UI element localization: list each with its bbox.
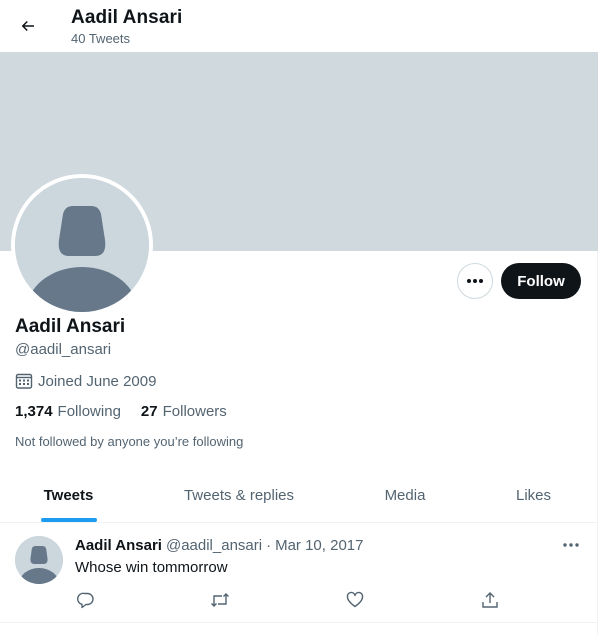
tab-label: Media <box>384 486 426 504</box>
calendar-icon <box>15 373 33 389</box>
tab-media[interactable]: Media <box>341 468 469 522</box>
profile-page: Aadil Ansari 40 Tweets Follow Aadil Ansa… <box>0 0 598 635</box>
tweet[interactable]: Aadil Ansari @aadil_ansari · Mar 10, 201… <box>0 523 598 623</box>
tweet-actions <box>75 590 505 610</box>
followers-count: 27 <box>140 403 158 420</box>
tab-likes[interactable]: Likes <box>469 468 598 522</box>
tweet-author-name[interactable]: Aadil Ansari <box>75 537 162 554</box>
tweet-avatar[interactable] <box>15 536 63 584</box>
tweet-author-handle[interactable]: @aadil_ansari <box>166 537 262 554</box>
tab-label: Tweets & replies <box>183 486 295 504</box>
back-arrow-icon <box>21 20 34 32</box>
tweet-date[interactable]: Mar 10, 2017 <box>275 537 363 554</box>
followers-label: Followers <box>162 403 227 420</box>
back-button[interactable] <box>12 10 44 42</box>
profile-header: Aadil Ansari 40 Tweets <box>0 0 598 52</box>
more-horizontal-icon <box>467 279 483 283</box>
tab-label: Tweets <box>43 486 94 504</box>
more-options-button[interactable] <box>457 263 493 299</box>
follow-button[interactable]: Follow <box>501 263 581 299</box>
default-avatar-silhouette-icon <box>15 178 149 312</box>
tweet-text: Whose win tommorrow <box>75 559 228 576</box>
profile-tabs: Tweets Tweets & replies Media Likes <box>0 468 598 523</box>
tweet-more-button[interactable] <box>559 535 583 555</box>
following-count: 1,374 <box>15 403 53 420</box>
tab-tweets[interactable]: Tweets <box>0 468 137 522</box>
display-name: Aadil Ansari <box>15 316 126 337</box>
share-icon <box>482 592 498 608</box>
joined-date: Joined June 2009 <box>15 372 156 390</box>
retweet-button[interactable] <box>209 590 231 610</box>
following-link[interactable]: 1,374 Following <box>15 403 121 420</box>
like-icon <box>346 591 364 608</box>
default-avatar-silhouette-icon <box>15 536 63 584</box>
followers-link[interactable]: 27 Followers <box>141 403 227 420</box>
tweet-header: Aadil Ansari @aadil_ansari · Mar 10, 201… <box>75 537 363 554</box>
active-tab-indicator <box>41 518 97 522</box>
tab-tweets-replies[interactable]: Tweets & replies <box>137 468 341 522</box>
tweet-separator: · <box>266 537 272 554</box>
tab-label: Likes <box>515 486 552 504</box>
more-horizontal-icon <box>563 543 579 547</box>
following-label: Following <box>57 403 121 420</box>
follow-stats: 1,374 Following 27 Followers <box>15 403 247 420</box>
user-handle: @aadil_ansari <box>15 341 112 358</box>
share-button[interactable] <box>479 590 501 610</box>
profile-avatar[interactable] <box>11 174 153 316</box>
not-followed-notice: Not followed by anyone you’re following <box>15 434 244 449</box>
reply-button[interactable] <box>75 590 97 610</box>
reply-icon <box>77 592 94 609</box>
like-button[interactable] <box>344 590 366 610</box>
joined-text: Joined June 2009 <box>38 372 157 390</box>
header-title: Aadil Ansari <box>71 7 183 28</box>
tweet-count: 40 Tweets <box>71 31 131 46</box>
retweet-icon <box>211 593 229 607</box>
